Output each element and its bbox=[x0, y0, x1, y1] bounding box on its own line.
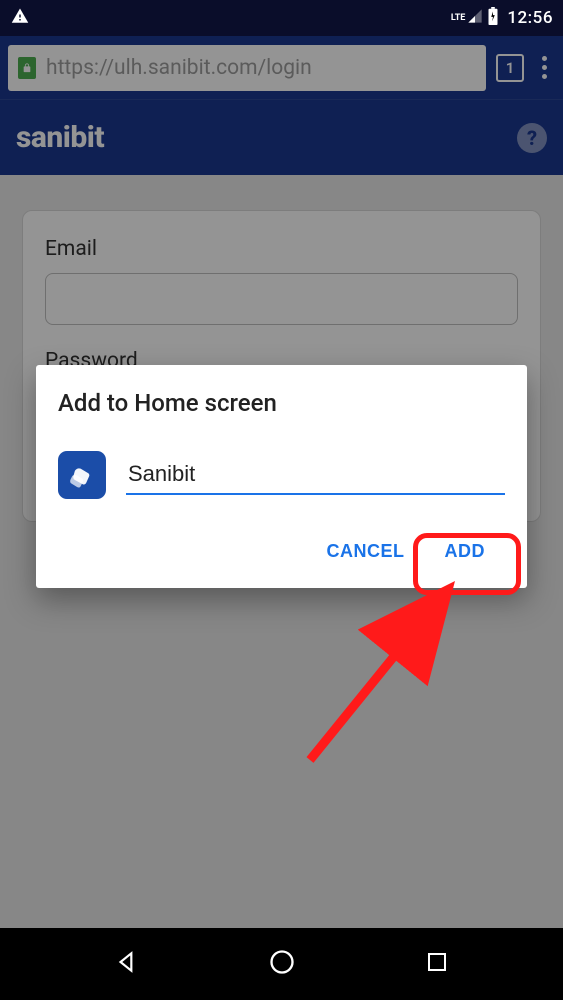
home-icon[interactable] bbox=[268, 948, 296, 980]
hands-icon bbox=[58, 451, 106, 499]
clock-time: 12:56 bbox=[507, 8, 553, 28]
cancel-button[interactable]: CANCEL bbox=[307, 527, 425, 576]
shortcut-name-input[interactable] bbox=[126, 455, 505, 495]
add-to-homescreen-dialog: Add to Home screen CANCEL ADD bbox=[36, 365, 527, 588]
back-icon[interactable] bbox=[114, 949, 140, 979]
add-button[interactable]: ADD bbox=[425, 527, 506, 576]
android-nav-bar bbox=[0, 928, 563, 1000]
signal-icon bbox=[467, 8, 483, 29]
alert-icon bbox=[10, 7, 30, 30]
recent-apps-icon[interactable] bbox=[425, 950, 449, 978]
network-lte-label: LTE bbox=[451, 14, 466, 23]
battery-charging-icon bbox=[487, 7, 499, 30]
dialog-title: Add to Home screen bbox=[58, 389, 505, 417]
android-status-bar: LTE 12:56 bbox=[0, 0, 563, 36]
